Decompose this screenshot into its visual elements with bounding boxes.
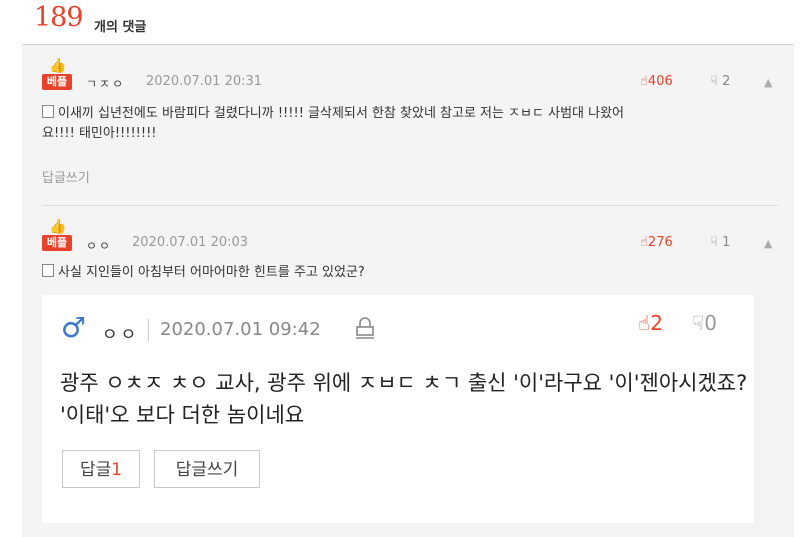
note-icon [42,264,54,277]
thumbs-up-icon: ☝ [640,74,648,89]
reply-like-button[interactable]: ☝2 [638,311,663,335]
reply-like-count: 2 [650,311,663,335]
like-button[interactable]: ☝276 [640,235,673,250]
reply-dislike-count: 0 [704,311,717,335]
comment-list: 👍 베플 ㄱㅈㅇ 2020.07.01 20:31 ☝406 ☟ 2 ▲ 이새끼… [22,45,794,537]
male-icon: ♂ [61,311,87,344]
thumbs-down-icon: ☟ [692,311,705,335]
comment-text-line1: 사실 지인들이 아침부터 어마어마한 힌트를 주고 있었군? [58,265,365,280]
comment-count-label: 개의 댓글 [94,20,147,35]
dislike-button[interactable]: ☟ 1 [710,235,730,250]
meta-separator [148,319,149,341]
comment-date: 2020.07.01 20:31 [146,74,263,89]
dislike-count: 2 [722,74,731,89]
thumbs-down-icon: ☟ [710,74,718,89]
comments-header: 189 개의 댓글 [22,0,794,45]
best-comment-badge: 👍 베플 [42,58,72,92]
report-icon[interactable] [356,317,374,339]
like-button[interactable]: ☝406 [640,74,673,89]
thumbs-up-icon: 👍 [49,58,67,74]
comment-text: 이새끼 십년전에도 바람피다 걸렸다니까 !!!!! 글삭제되서 한참 찾았네 … [42,104,782,144]
comment-text-line2: 요!!!! 태민아!!!!!!!! [42,126,157,141]
like-count: 406 [647,74,673,89]
reply-count-label: 답글 [79,460,112,480]
report-icon[interactable]: ▲ [764,76,772,89]
comment-text-line1: 이새끼 십년전에도 바람피다 걸렸다니까 !!!!! 글삭제되서 한참 찾았네 … [58,106,625,121]
like-count: 276 [647,235,673,250]
thumbs-up-icon: 👍 [49,219,67,235]
comment-date: 2020.07.01 20:03 [132,235,249,250]
thumbs-down-icon: ☟ [710,235,718,250]
comment-count: 189 [34,2,84,33]
best-badge-label: 베플 [42,74,72,90]
reply-date: 2020.07.01 09:42 [160,319,321,340]
dislike-count: 1 [722,235,731,250]
reply-dislike-button[interactable]: ☟0 [692,311,717,335]
reply-author[interactable]: ㅇㅇ [102,320,139,345]
write-reply-link[interactable]: 답글쓰기 [42,167,90,186]
thumbs-up-icon: ☝ [640,235,648,250]
reply-card: ♂ ㅇㅇ 2020.07.01 09:42 ☝2 ☟0 광주 ㅇㅊㅈ ㅊㅇ 교사… [42,295,754,523]
comment-divider [42,205,778,206]
comment-author[interactable]: ㄱㅈㅇ [86,75,125,92]
reply-count: 1 [111,460,123,480]
comment-text: 사실 지인들이 아침부터 어마어마한 힌트를 주고 있었군? [42,263,782,283]
reply-text: 광주 ㅇㅊㅈ ㅊㅇ 교사, 광주 위에 ㅈㅂㄷ ㅊㄱ 출신 '이'라구요 '이'… [60,371,748,427]
comment-author[interactable]: ㅇㅇ [86,237,112,254]
thumbs-up-icon: ☝ [638,311,651,335]
best-badge-label: 베플 [42,235,72,251]
reply-count-button[interactable]: 답글1 [62,450,140,488]
dislike-button[interactable]: ☟ 2 [710,74,730,89]
report-icon[interactable]: ▲ [764,237,772,250]
best-comment-badge: 👍 베플 [42,219,72,253]
note-icon [42,105,54,118]
write-reply-button[interactable]: 답글쓰기 [154,450,260,488]
